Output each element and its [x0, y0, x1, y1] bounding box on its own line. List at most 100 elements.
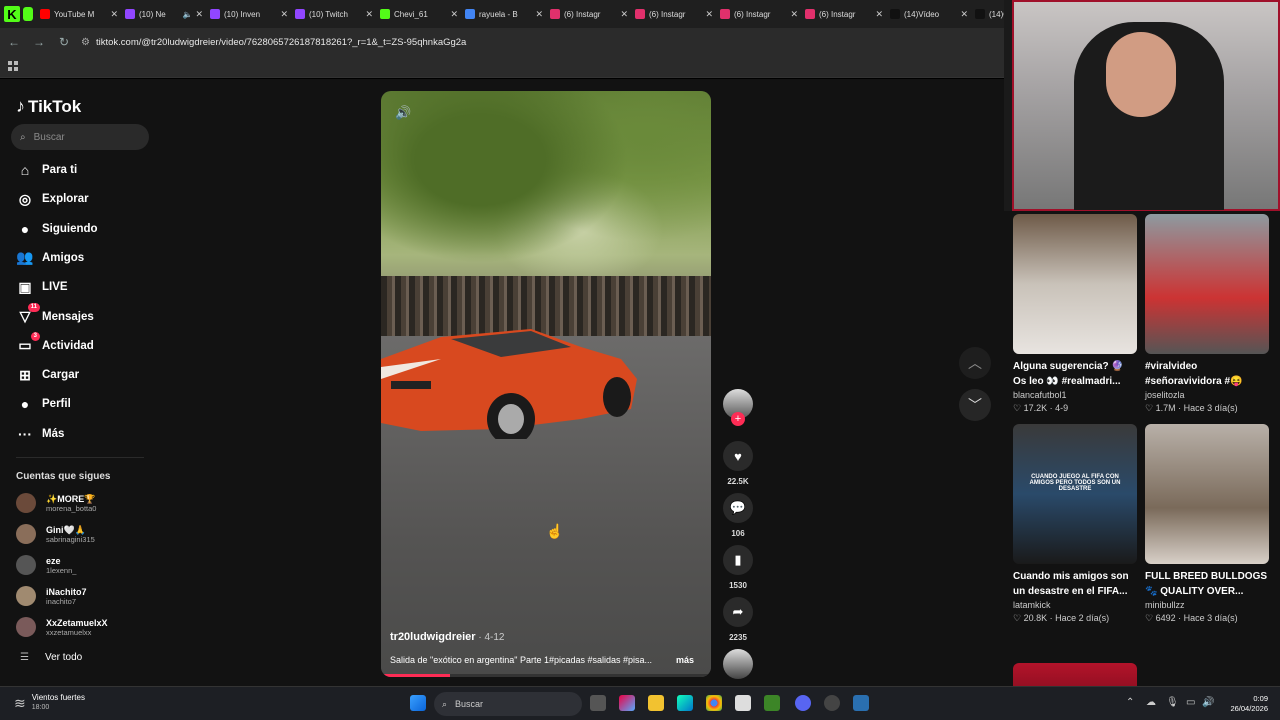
feed-thumbnail[interactable]: CUANDO JUEGO AL FIFA CON AMIGOS PERO TOD… [1013, 424, 1137, 564]
video-player[interactable]: 🔊 tr20ludwigdreier · 4-12 Salida de "exó… [381, 91, 711, 677]
bookmark-icon[interactable]: ▮ [723, 545, 753, 575]
next-video-button[interactable]: ﹀ [959, 389, 991, 421]
follow-plus-icon[interactable]: + [731, 412, 745, 426]
feed-title[interactable]: Alguna sugerencia? 🔮 Os leo 👀 #realmadri… [1013, 359, 1137, 389]
task-view-icon[interactable] [590, 695, 606, 711]
nav-item-actividad[interactable]: ▭ 3 Actividad [16, 331, 94, 355]
feed-title[interactable]: Cuando mis amigos son un desastre en el … [1013, 569, 1137, 599]
followed-account[interactable]: XxZetamuelxX xxzetamuelxx [16, 617, 108, 637]
feed-card[interactable]: FULL BREED BULLDOGS 🐾 QUALITY OVER... min… [1145, 424, 1269, 624]
feed-thumbnail[interactable] [1145, 424, 1269, 564]
app-icon[interactable] [853, 695, 869, 711]
tab-close-icon[interactable]: ✕ [790, 9, 798, 20]
volume-tray-icon[interactable]: 🔊 [1202, 697, 1214, 708]
chrome-icon[interactable] [706, 695, 722, 711]
followed-account[interactable]: ✨MORE🏆 morena_botta0 [16, 493, 96, 513]
nav-item-explorar[interactable]: ◎ Explorar [16, 190, 89, 208]
comment-icon[interactable]: 💬 [723, 493, 753, 523]
like-action[interactable]: ♥ 22.5K [721, 441, 755, 486]
browser-tab[interactable]: (10) Ne 🔈 ✕ [121, 3, 207, 25]
windows-start-icon[interactable] [410, 695, 426, 711]
see-all-link[interactable]: ☰ Ver todo [20, 652, 82, 663]
nav-item-perfil[interactable]: ● Perfil [16, 395, 71, 413]
store-icon[interactable] [735, 695, 751, 711]
followed-account[interactable]: Gini🤍🙏 sabrinagini315 [16, 524, 95, 544]
obs-icon[interactable] [824, 695, 840, 711]
search-input[interactable]: ⌕ Buscar [11, 124, 149, 150]
nav-item-amigos[interactable]: 👥 Amigos [16, 249, 84, 267]
tab-close-icon[interactable]: ✕ [535, 9, 543, 20]
minecraft-icon[interactable] [764, 695, 780, 711]
network-icon[interactable]: ▭ [1186, 697, 1195, 708]
feed-card[interactable]: CUANDO JUEGO AL FIFA CON AMIGOS PERO TOD… [1013, 424, 1137, 624]
tab-close-icon[interactable]: ✕ [875, 9, 883, 20]
tab-close-icon[interactable]: ✕ [450, 9, 458, 20]
video-author[interactable]: tr20ludwigdreier · 4-12 [390, 631, 504, 643]
copilot-icon[interactable] [619, 695, 635, 711]
feed-user[interactable]: joselitozla [1145, 390, 1269, 400]
comment-action[interactable]: 💬 106 [721, 493, 755, 538]
browser-tab[interactable]: (6) Instagr ✕ [716, 3, 802, 25]
feed-user[interactable]: blancafutbol1 [1013, 390, 1137, 400]
feed-title[interactable]: FULL BREED BULLDOGS 🐾 QUALITY OVER... [1145, 569, 1269, 599]
tab-audio-icon[interactable]: 🔈 [182, 10, 192, 19]
nav-item-parati[interactable]: ⌂ Para ti [16, 161, 77, 179]
heart-icon[interactable]: ♥ [723, 441, 753, 471]
nav-item-cargar[interactable]: ⊞ Cargar [16, 366, 79, 384]
music-disc[interactable] [721, 649, 755, 679]
tray-app-icon[interactable]: ☁ [1146, 697, 1156, 708]
tab-close-icon[interactable]: ✕ [110, 9, 118, 20]
followed-account[interactable]: eze 1lexenn_ [16, 555, 76, 575]
tray-chevron-icon[interactable]: ⌃ [1126, 697, 1134, 708]
taskbar-search[interactable]: ⌕ Buscar [434, 692, 582, 716]
system-clock[interactable]: 0:09 26/04/2026 [1230, 694, 1268, 714]
browser-tab[interactable]: (14)Vídeo ✕ [886, 3, 972, 25]
browser-tab[interactable]: YouTube M ✕ [36, 3, 122, 25]
browser-tab[interactable]: rayuela - B ✕ [461, 3, 547, 25]
nav-item-live[interactable]: ▣ LIVE [16, 278, 67, 296]
microphone-icon[interactable]: 🎙 [1166, 697, 1179, 708]
feed-card[interactable]: #viralvideo #señoravividora #😝 joselitozl… [1145, 214, 1269, 414]
weather-widget[interactable]: ≋ Vientos fuertes 18:00 [14, 693, 85, 713]
browser-tab[interactable]: (10) Inven ✕ [206, 3, 292, 25]
tiktok-logo[interactable]: ♪ TikTok [16, 96, 81, 117]
discord-icon[interactable] [795, 695, 811, 711]
tab-close-icon[interactable]: ✕ [960, 9, 968, 20]
address-bar[interactable]: ⚙ tiktok.com/@tr20ludwigdreier/video/762… [81, 31, 1006, 53]
apps-grid-icon[interactable] [8, 61, 18, 71]
site-info-icon[interactable]: ⚙ [81, 37, 90, 48]
tab-close-icon[interactable]: ✕ [365, 9, 373, 20]
author-name[interactable]: tr20ludwigdreier [390, 631, 476, 643]
caption-more-button[interactable]: más [676, 655, 694, 665]
music-disc-icon[interactable] [723, 649, 753, 679]
tab-close-icon[interactable]: ✕ [705, 9, 713, 20]
tab-close-icon[interactable]: ✕ [280, 9, 288, 20]
feed-thumbnail[interactable] [1145, 214, 1269, 354]
save-action[interactable]: ▮ 1530 [721, 545, 755, 590]
nav-item-ms[interactable]: ··· Más [16, 425, 64, 443]
browser-tab[interactable]: (6) Instagr ✕ [631, 3, 717, 25]
file-explorer-icon[interactable] [648, 695, 664, 711]
browser-tab[interactable]: (10) Twitch ✕ [291, 3, 377, 25]
share-action[interactable]: ➦ 2235 [721, 597, 755, 642]
nav-item-siguiendo[interactable]: ● Siguiendo [16, 220, 98, 238]
feed-user[interactable]: minibullzz [1145, 600, 1269, 610]
kick-green-icon[interactable] [23, 7, 33, 21]
followed-account[interactable]: iNachito7 inachito7 [16, 586, 87, 606]
edge-icon[interactable] [677, 695, 693, 711]
browser-tab[interactable]: (6) Instagr ✕ [801, 3, 887, 25]
forward-button[interactable]: → [28, 31, 50, 53]
previous-video-button[interactable]: ︿ [959, 347, 991, 379]
reload-button[interactable]: ↻ [53, 31, 75, 53]
tab-close-icon[interactable]: ✕ [620, 9, 628, 20]
feed-title[interactable]: #viralvideo #señoravividora #😝 [1145, 359, 1269, 389]
kick-logo-icon[interactable]: K [4, 6, 20, 22]
creator-avatar[interactable]: + [723, 389, 753, 426]
feed-card[interactable]: Alguna sugerencia? 🔮 Os leo 👀 #realmadri… [1013, 214, 1137, 414]
feed-user[interactable]: latamkick [1013, 600, 1137, 610]
browser-tab[interactable]: (6) Instagr ✕ [546, 3, 632, 25]
video-progress[interactable] [381, 674, 711, 677]
browser-tab[interactable]: Chevi_61 ✕ [376, 3, 462, 25]
nav-item-mensajes[interactable]: ▽ 11 Mensajes [16, 302, 94, 326]
tab-close-icon[interactable]: ✕ [195, 9, 203, 20]
